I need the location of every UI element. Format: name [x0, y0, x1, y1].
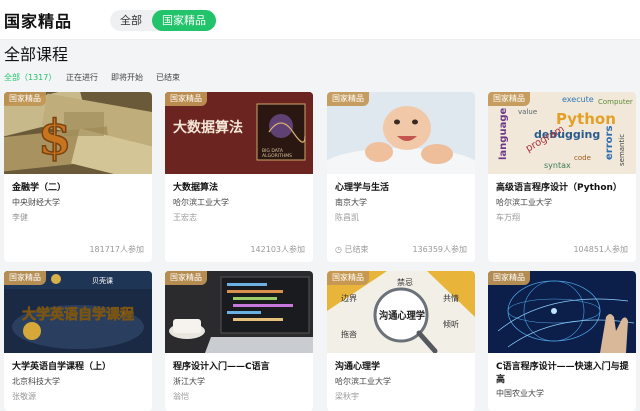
enrollment-count: 104851人参加	[573, 245, 628, 254]
course-tag: 国家精品	[165, 271, 207, 285]
top-bar: 国家精品 全部 国家精品	[0, 0, 640, 40]
svg-text:Python: Python	[556, 110, 616, 128]
course-tag: 国家精品	[488, 271, 530, 285]
course-title[interactable]: 大数据算法	[173, 182, 307, 195]
course-thumbnail-english-course-banner: 贝壳课 大学英语自学课程 国家精品	[4, 271, 152, 353]
course-teacher: 翁恺	[173, 392, 189, 401]
course-school: 中国农业大学	[496, 389, 544, 398]
course-tag: 国家精品	[165, 92, 207, 106]
word-listening: 倾听	[443, 319, 459, 329]
course-card[interactable]: 禁忌 边界 共情 拖沓 倾听 沟通心理学 国家精品 沟通心理学 哈尔滨工业大学 …	[327, 271, 475, 411]
svg-text:value: value	[518, 108, 537, 116]
course-card[interactable]: 贝壳课 大学英语自学课程 国家精品 大学英语自学课程（上） 北京科技大学 张敬源	[4, 271, 152, 411]
course-title[interactable]: C语言程序设计——快速入门与提高	[496, 361, 630, 387]
banner-title: 大学英语自学课程	[22, 306, 134, 323]
filter-upcoming[interactable]: 即将开始	[111, 72, 143, 83]
course-school: 中央财经大学	[12, 198, 60, 207]
filter-all[interactable]: 全部（1317）	[4, 72, 56, 83]
course-title[interactable]: 金融学（二）	[12, 182, 146, 195]
svg-text:execute: execute	[562, 95, 594, 104]
toggle-national-premium[interactable]: 国家精品	[152, 10, 216, 31]
ended-clock-icon: ◷	[335, 245, 342, 254]
course-school: 北京科技大学	[12, 377, 60, 386]
svg-text:$: $	[38, 110, 71, 166]
course-title[interactable]: 程序设计入门——C语言	[173, 361, 307, 374]
word-empathy: 共情	[443, 293, 459, 303]
course-title[interactable]: 大学英语自学课程（上）	[12, 361, 146, 374]
course-card[interactable]: Python debugging execute Computer progra…	[488, 92, 636, 262]
course-thumbnail-smiling-baby: 国家精品	[327, 92, 475, 174]
word-boundary: 边界	[341, 293, 357, 303]
enrollment-count: 142103人参加	[250, 245, 305, 254]
category-toggle: 全部 国家精品	[110, 10, 216, 31]
course-thumbnail-dollar-bills: $ 国家精品	[4, 92, 152, 174]
svg-text:language: language	[498, 108, 509, 160]
course-thumbnail-big-data-book: 大数据算法 BIG DATA ALGORITHMS 国家精品	[165, 92, 313, 174]
course-card[interactable]: 国家精品 C语言程序设计——快速入门与提高 中国农业大学	[488, 271, 636, 411]
toggle-all[interactable]: 全部	[110, 10, 152, 31]
course-tag: 国家精品	[4, 92, 46, 106]
svg-text:ALGORITHMS: ALGORITHMS	[262, 153, 292, 159]
brand-title: 国家精品	[4, 12, 73, 31]
course-thumbnail-hand-globe: 国家精品	[488, 271, 636, 353]
course-tag: 国家精品	[327, 271, 369, 285]
course-teacher: 王宏志	[173, 213, 197, 222]
course-thumbnail-magnifier-words: 禁忌 边界 共情 拖沓 倾听 沟通心理学 国家精品	[327, 271, 475, 353]
course-tag: 国家精品	[4, 271, 46, 285]
course-thumbnail-laptop-code: 国家精品	[165, 271, 313, 353]
svg-text:code: code	[574, 154, 591, 162]
enrollment-count: 136359人参加	[412, 245, 467, 254]
course-title[interactable]: 高级语言程序设计（Python）	[496, 182, 630, 195]
status-label: 已结束	[344, 245, 369, 254]
course-title[interactable]: 心理学与生活	[335, 182, 469, 195]
course-school: 南京大学	[335, 198, 367, 207]
course-school: 哈尔滨工业大学	[496, 198, 552, 207]
course-teacher: 车万翔	[496, 213, 520, 222]
course-school: 哈尔滨工业大学	[335, 377, 391, 386]
course-school: 哈尔滨工业大学	[173, 198, 229, 207]
svg-text:Computer: Computer	[598, 98, 633, 106]
svg-text:syntax: syntax	[544, 161, 571, 170]
course-status: ◷ 已结束	[335, 244, 369, 255]
word-procrastination: 拖沓	[341, 329, 357, 339]
word-center: 沟通心理学	[379, 309, 425, 322]
course-teacher: 梁秋宇	[335, 392, 359, 401]
course-card[interactable]: 国家精品 心理学与生活 南京大学 陈昌凯 ◷ 已结束 136359人参加	[327, 92, 475, 262]
enrollment-count: 181717人参加	[89, 245, 144, 254]
filter-ongoing[interactable]: 正在进行	[66, 72, 98, 83]
svg-text:大数据算法: 大数据算法	[173, 119, 243, 136]
filter-ended[interactable]: 已结束	[156, 72, 180, 83]
course-teacher: 张敬源	[12, 392, 36, 401]
course-school: 浙江大学	[173, 377, 205, 386]
course-thumbnail-python-wordcloud: Python debugging execute Computer progra…	[488, 92, 636, 174]
svg-text:errors: errors	[604, 126, 615, 160]
course-teacher: 陈昌凯	[335, 213, 359, 222]
svg-text:semantic: semantic	[618, 134, 626, 166]
course-teacher: 李健	[12, 213, 28, 222]
banner-logo: 贝壳课	[92, 276, 113, 285]
course-card[interactable]: $ 国家精品 金融学（二） 中央财经大学 李健 181717人参加	[4, 92, 152, 262]
course-card[interactable]: 国家精品 程序设计入门——C语言 浙江大学 翁恺	[165, 271, 313, 411]
word-taboo: 禁忌	[397, 278, 413, 287]
course-tag: 国家精品	[327, 92, 369, 106]
page-title: 全部课程	[4, 45, 69, 64]
course-card[interactable]: 大数据算法 BIG DATA ALGORITHMS 国家精品 大数据算法 哈尔滨…	[165, 92, 313, 262]
course-title[interactable]: 沟通心理学	[335, 361, 469, 374]
course-tag: 国家精品	[488, 92, 530, 106]
